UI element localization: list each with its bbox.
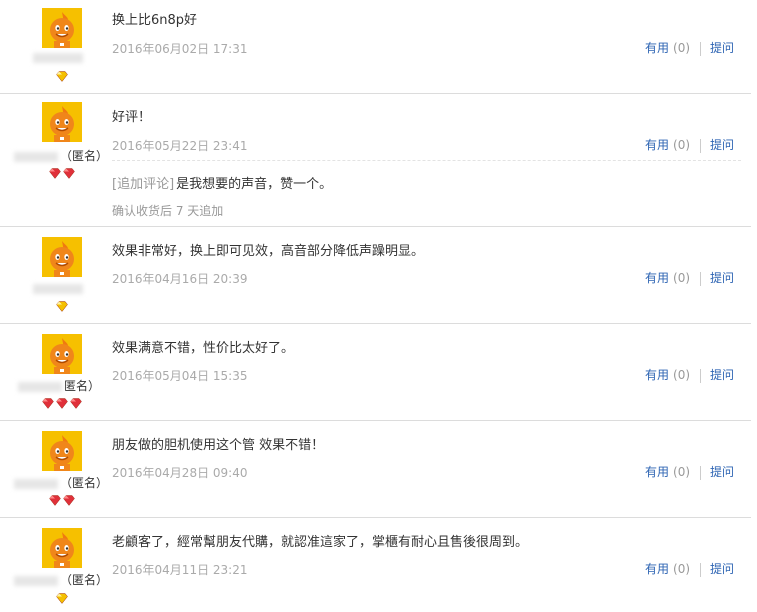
review-date: 2016年05月22日 23:41 bbox=[112, 139, 248, 153]
useful-count: (0) bbox=[673, 368, 691, 382]
review-item: 匿名） 效果满意不错，性价比太好了。 2016年05月04日 15:35 有用 (… bbox=[0, 324, 751, 421]
append-divider bbox=[112, 160, 741, 161]
review-actions: 有用 (0) 提问 bbox=[645, 560, 734, 577]
rank-badge bbox=[0, 301, 124, 313]
mascot-avatar-icon bbox=[42, 102, 82, 142]
useful-count: (0) bbox=[673, 465, 691, 479]
avatar[interactable] bbox=[42, 528, 82, 568]
blurred-username bbox=[33, 283, 83, 294]
avatar[interactable] bbox=[42, 237, 82, 277]
append-tag: [追加评论] bbox=[112, 177, 175, 192]
divider bbox=[700, 465, 702, 480]
red-diamond-icon bbox=[63, 495, 75, 506]
divider bbox=[700, 271, 702, 286]
red-diamond-icon bbox=[42, 398, 54, 409]
ask-button[interactable]: 提问 bbox=[710, 465, 734, 479]
review-content: 效果非常好，换上即可见效，高音部分降低声躁明显。 bbox=[112, 244, 425, 259]
append-content: 是我想要的声音，赞一个。 bbox=[176, 177, 333, 192]
review-date: 2016年06月02日 17:31 bbox=[112, 42, 248, 56]
review-date: 2016年04月28日 09:40 bbox=[112, 466, 248, 480]
review-actions: 有用 (0) 提问 bbox=[645, 136, 734, 153]
yellow-diamond-icon bbox=[56, 301, 68, 312]
ask-button[interactable]: 提问 bbox=[710, 41, 734, 55]
rank-badge bbox=[0, 398, 124, 410]
rank-badge bbox=[0, 495, 124, 507]
red-diamond-icon bbox=[49, 495, 61, 506]
review-actions: 有用 (0) 提问 bbox=[645, 463, 734, 480]
ask-button[interactable]: 提问 bbox=[710, 271, 734, 285]
review-item: （匿名） 好评！ 2016年05月22日 23:41 有用 (0) 提问 [追加评论… bbox=[0, 94, 751, 227]
review-actions: 有用 (0) 提问 bbox=[645, 269, 734, 286]
useful-button[interactable]: 有用 bbox=[645, 562, 669, 576]
review-item: 效果非常好，换上即可见效，高音部分降低声躁明显。 2016年04月16日 20:… bbox=[0, 227, 751, 324]
blurred-username bbox=[14, 478, 58, 489]
yellow-diamond-icon bbox=[56, 593, 68, 604]
review-content: 效果满意不错，性价比太好了。 bbox=[112, 341, 295, 356]
review-content: 老顧客了，經常幫朋友代購，就認准這家了，掌櫃有耐心且售後很周到。 bbox=[112, 535, 529, 550]
divider bbox=[700, 368, 702, 383]
divider bbox=[700, 138, 702, 153]
rank-badge bbox=[0, 71, 124, 83]
append-note: 确认收货后 7 天追加 bbox=[112, 204, 224, 218]
red-diamond-icon bbox=[63, 168, 75, 179]
ask-button[interactable]: 提问 bbox=[710, 368, 734, 382]
red-diamond-icon bbox=[49, 168, 61, 179]
yellow-diamond-icon bbox=[56, 71, 68, 82]
review-actions: 有用 (0) 提问 bbox=[645, 39, 734, 56]
blurred-username bbox=[14, 575, 58, 586]
mascot-avatar-icon bbox=[42, 237, 82, 277]
review-date: 2016年04月11日 23:21 bbox=[112, 563, 248, 577]
review-item: （匿名） 老顧客了，經常幫朋友代購，就認准這家了，掌櫃有耐心且售後很周到。 20… bbox=[0, 518, 751, 612]
divider bbox=[700, 562, 702, 577]
mascot-avatar-icon bbox=[42, 431, 82, 471]
review-date: 2016年05月04日 15:35 bbox=[112, 369, 248, 383]
useful-button[interactable]: 有用 bbox=[645, 138, 669, 152]
review-date: 2016年04月16日 20:39 bbox=[112, 272, 248, 286]
user-name: 匿名） bbox=[14, 377, 104, 394]
blurred-username bbox=[17, 381, 62, 392]
useful-button[interactable]: 有用 bbox=[645, 271, 669, 285]
avatar[interactable] bbox=[42, 334, 82, 374]
useful-button[interactable]: 有用 bbox=[645, 41, 669, 55]
user-name: （匿名） bbox=[14, 474, 108, 491]
blurred-username bbox=[33, 52, 83, 63]
mascot-avatar-icon bbox=[42, 8, 82, 48]
append-comment: [追加评论] 是我想要的声音，赞一个。 bbox=[112, 173, 332, 192]
avatar[interactable] bbox=[42, 431, 82, 471]
red-diamond-icon bbox=[70, 398, 82, 409]
user-name bbox=[14, 50, 104, 64]
review-content: 朋友做的胆机使用这个管 效果不错！ bbox=[112, 438, 325, 453]
useful-count: (0) bbox=[673, 41, 691, 55]
useful-count: (0) bbox=[673, 271, 691, 285]
ask-button[interactable]: 提问 bbox=[710, 138, 734, 152]
useful-count: (0) bbox=[673, 562, 691, 576]
user-name: （匿名） bbox=[14, 147, 108, 164]
review-actions: 有用 (0) 提问 bbox=[645, 366, 734, 383]
ask-button[interactable]: 提问 bbox=[710, 562, 734, 576]
red-diamond-icon bbox=[56, 398, 68, 409]
avatar[interactable] bbox=[42, 102, 82, 142]
user-name bbox=[14, 281, 104, 295]
rank-badge bbox=[0, 168, 124, 180]
useful-button[interactable]: 有用 bbox=[645, 368, 669, 382]
review-content: 好评！ bbox=[112, 110, 152, 125]
mascot-avatar-icon bbox=[42, 334, 82, 374]
useful-count: (0) bbox=[673, 138, 691, 152]
rank-badge bbox=[0, 593, 124, 605]
avatar[interactable] bbox=[42, 8, 82, 48]
user-name: （匿名） bbox=[14, 571, 108, 588]
blurred-username bbox=[14, 151, 58, 162]
review-item: （匿名） 朋友做的胆机使用这个管 效果不错！ 2016年04月28日 09:40… bbox=[0, 421, 751, 518]
useful-button[interactable]: 有用 bbox=[645, 465, 669, 479]
divider bbox=[700, 41, 702, 56]
mascot-avatar-icon bbox=[42, 528, 82, 568]
review-content: 换上比6n8p好 bbox=[112, 13, 198, 28]
review-item: 换上比6n8p好 2016年06月02日 17:31 有用 (0) 提问 bbox=[0, 0, 751, 94]
